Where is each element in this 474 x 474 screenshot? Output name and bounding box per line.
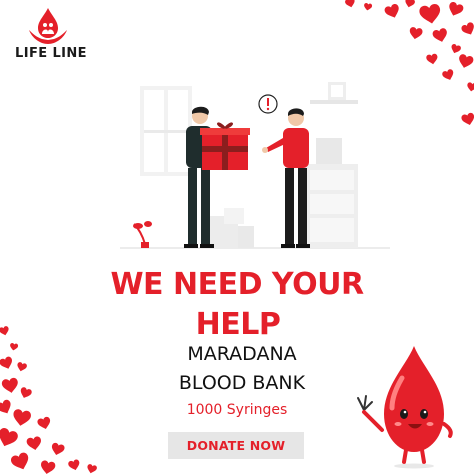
exclamation-bubble-icon xyxy=(258,94,278,114)
headline-line-1: WE NEED YOUR xyxy=(110,267,364,302)
gift-exchange-illustration xyxy=(120,82,390,249)
hearts-bottom-left-decoration xyxy=(0,325,98,474)
poster: LIFE LINE WE NEED YOUR HELP MARADANA BLO… xyxy=(0,0,474,474)
brand: LIFE LINE xyxy=(8,6,94,66)
brand-name: LIFE LINE xyxy=(15,46,87,61)
blood-drop-hands-icon xyxy=(29,8,67,44)
blood-drop-mascot-icon xyxy=(357,346,453,469)
donate-now-button[interactable]: DONATE NOW xyxy=(168,432,304,459)
